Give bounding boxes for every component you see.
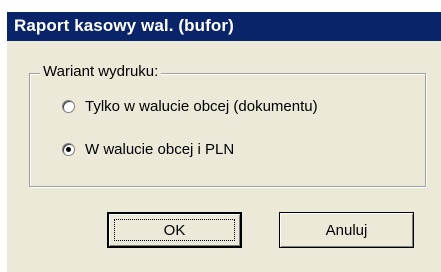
ok-button-label: OK	[163, 221, 186, 239]
radio-checked-icon[interactable]	[62, 142, 75, 156]
cancel-button[interactable]: Anuluj	[279, 212, 414, 248]
radio-foreign-currency-only[interactable]: Tylko w walucie obcej (dokumentu)	[62, 95, 318, 117]
cancel-button-label: Anuluj	[325, 221, 368, 239]
print-variant-groupbox	[29, 73, 426, 187]
radio-label[interactable]: Tylko w walucie obcej (dokumentu)	[85, 98, 318, 115]
radio-label[interactable]: W walucie obcej i PLN	[85, 141, 234, 158]
window-title: Raport kasowy wal. (bufor)	[14, 16, 234, 35]
titlebar-bar[interactable]: Raport kasowy wal. (bufor)	[7, 12, 441, 41]
ok-button[interactable]: OK	[107, 212, 242, 248]
groupbox-legend: Wariant wydruku:	[40, 63, 162, 81]
radio-unchecked-icon[interactable]	[62, 99, 75, 113]
radio-foreign-and-pln[interactable]: W walucie obcej i PLN	[62, 138, 234, 160]
dialog-window: Raport kasowy wal. (bufor) Wariant wydru…	[0, 0, 441, 272]
radio-dot-icon	[66, 146, 71, 152]
